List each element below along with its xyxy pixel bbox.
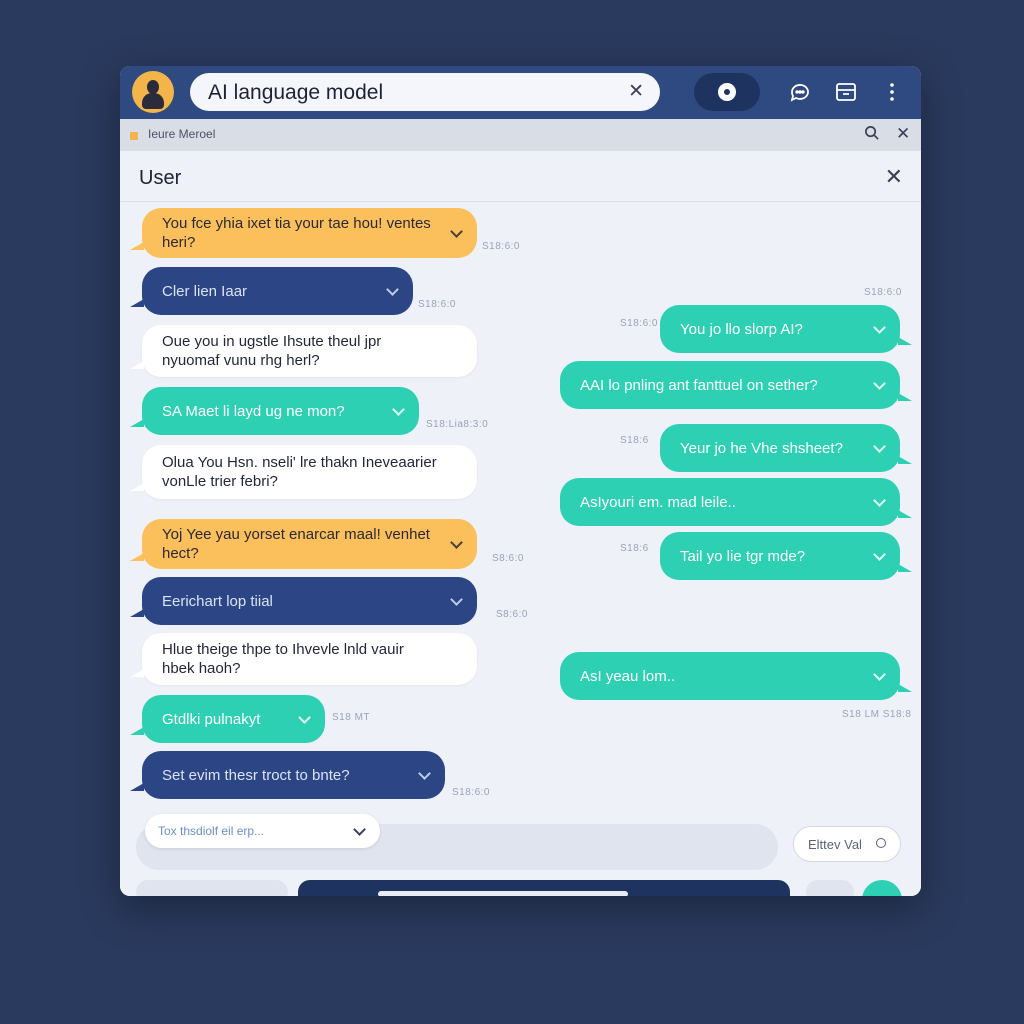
message-text: Eerichart lop tiial (162, 592, 273, 610)
message-time: S18:6:0 (482, 241, 520, 252)
message-text: You fce yhia ixet tia your tae hou! vent… (162, 215, 431, 251)
title-bar: AI language model ✕ (120, 66, 921, 119)
avatar[interactable] (132, 71, 174, 113)
message-text: AAI lo pnling ant fanttuel on sether? (580, 376, 818, 394)
message-time: S18:6:0 (620, 318, 658, 329)
message-time: S8:6:0 (496, 609, 528, 620)
message-bubble[interactable]: Set evim thesr troct to bnte? (130, 751, 445, 799)
chevron-down-icon[interactable] (418, 767, 431, 780)
message-time: S18:6:0 (418, 299, 456, 310)
message-text: Hlue theige thpe to Ihvevle lnld vauir h… (162, 641, 404, 677)
chevron-down-icon[interactable] (392, 403, 405, 416)
chevron-down-icon[interactable] (873, 494, 886, 507)
record-icon (718, 83, 736, 101)
chevron-down-icon[interactable] (873, 377, 886, 390)
send-button[interactable]: Elttev Val (793, 826, 901, 862)
message-time: S8:6:0 (492, 553, 524, 564)
message-bubble[interactable]: Cler lien Iaar (130, 267, 413, 315)
message-time: S18:6:0 (452, 787, 490, 798)
message-time: S18 LM S18:8 (842, 709, 912, 720)
message-text: AsIyouri em. mad leile.. (580, 493, 736, 511)
message-bubble[interactable]: Hlue theige thpe to Ihvevle lnld vauir h… (130, 633, 477, 685)
search-icon[interactable] (864, 125, 879, 144)
circle-icon (876, 838, 886, 848)
message-bubble[interactable]: Tail yo lie tgr mde? (660, 532, 912, 580)
search-input[interactable]: AI language model ✕ (190, 73, 660, 111)
message-time: S18 MT (332, 712, 371, 723)
message-text: Gtdlki pulnakyt (162, 710, 261, 728)
message-time: S18:Lia8:3:0 (426, 419, 489, 430)
message-text: Set evim thesr troct to bnte? (162, 766, 350, 784)
message-bubble[interactable]: AsIyouri em. mad leile.. (560, 478, 912, 526)
action-button[interactable] (862, 880, 902, 896)
window-icon[interactable] (834, 80, 858, 104)
chevron-down-icon[interactable] (873, 440, 886, 453)
message-text: Yoj Yee yau yorset enarcar maal! venhet … (162, 526, 430, 562)
message-bubble[interactable]: You jo llo slorp AI? (660, 305, 912, 353)
panel-close-icon[interactable]: ✕ (885, 164, 903, 190)
message-input[interactable]: Tox thsdiolf eil erp... (145, 814, 380, 848)
message-bubble[interactable]: Yeur jo he Vhe shsheet? (660, 424, 912, 472)
message-bubble[interactable]: You fce yhia ixet tia your tae hou! vent… (130, 208, 477, 258)
message-text: Tail yo lie tgr mde? (680, 547, 806, 565)
chevron-down-icon[interactable] (450, 593, 463, 606)
panel-title: User (139, 167, 182, 189)
message-bubble[interactable]: SA Maet li layd ug ne mon? (130, 387, 419, 435)
conversation-panel: User ✕ You fce yhia ixet tia your tae ho… (120, 151, 921, 896)
message-time: S18:6 (620, 435, 649, 446)
message-bubble[interactable]: Oue you in ugstle Ihsute theul jpr nyuom… (130, 325, 477, 377)
message-text: SA Maet li layd ug ne mon? (162, 402, 345, 420)
chevron-down-icon[interactable] (353, 823, 366, 836)
message-text: AsI yeau lom.. (580, 667, 676, 685)
chevron-down-icon[interactable] (873, 668, 886, 681)
chevron-down-icon[interactable] (873, 548, 886, 561)
toolbar-input-bar[interactable] (298, 880, 790, 896)
chevron-down-icon[interactable] (450, 225, 463, 238)
message-text: Cler lien Iaar (162, 282, 248, 300)
chevron-down-icon[interactable] (450, 536, 463, 549)
chevron-down-icon[interactable] (386, 283, 399, 296)
message-time: S18:6 (620, 543, 649, 554)
search-text: AI language model (208, 81, 384, 104)
message-placeholder: Tox thsdiolf eil erp... (158, 824, 265, 838)
chat-window: AI language model ✕ Ieure Merоel ✕ User … (120, 66, 921, 896)
message-bubble[interactable]: AsI yeau lom.. (560, 652, 912, 700)
avatar-head-icon (147, 80, 159, 94)
sub-toolbar: Ieure Merоel ✕ (120, 119, 921, 151)
chevron-down-icon[interactable] (873, 321, 886, 334)
clear-search-icon[interactable]: ✕ (628, 80, 644, 103)
toolbar-input-field[interactable] (378, 891, 628, 896)
message-bubble[interactable]: AAI lo pnling ant fanttuel on sether? (560, 361, 912, 409)
message-bubble[interactable]: Yoj Yee yau yorset enarcar maal! venhet … (130, 519, 477, 569)
message-bubble[interactable]: Olua You Hsn. nseli' lre thakn Ineveaari… (130, 445, 477, 499)
avatar-body-icon (142, 93, 164, 109)
toolbar-button-right[interactable] (806, 880, 854, 896)
panel-header: User ✕ (120, 151, 921, 202)
message-bubble[interactable]: Eerichart lop tiial (130, 577, 477, 625)
message-text: You jo llo slorp AI? (680, 320, 803, 338)
record-toggle[interactable] (694, 73, 760, 111)
close-icon[interactable]: ✕ (896, 124, 910, 144)
message-time: S18:6:0 (864, 287, 902, 298)
status-square-icon (130, 132, 138, 140)
message-bubble[interactable]: Gtdlki pulnakyt (130, 695, 325, 743)
message-text: Oue you in ugstle Ihsute theul jpr nyuom… (162, 333, 382, 369)
more-vertical-icon[interactable] (880, 80, 904, 104)
send-button-label: Elttev Val (808, 837, 862, 852)
message-text: Yeur jo he Vhe shsheet? (680, 439, 843, 457)
chevron-down-icon[interactable] (298, 711, 311, 724)
chat-bubble-icon[interactable] (788, 80, 812, 104)
message-text: Olua You Hsn. nseli' lre thakn Ineveaari… (162, 454, 437, 490)
toolbar-button-left[interactable] (136, 880, 288, 896)
subbar-label: Ieure Merоel (148, 127, 216, 141)
